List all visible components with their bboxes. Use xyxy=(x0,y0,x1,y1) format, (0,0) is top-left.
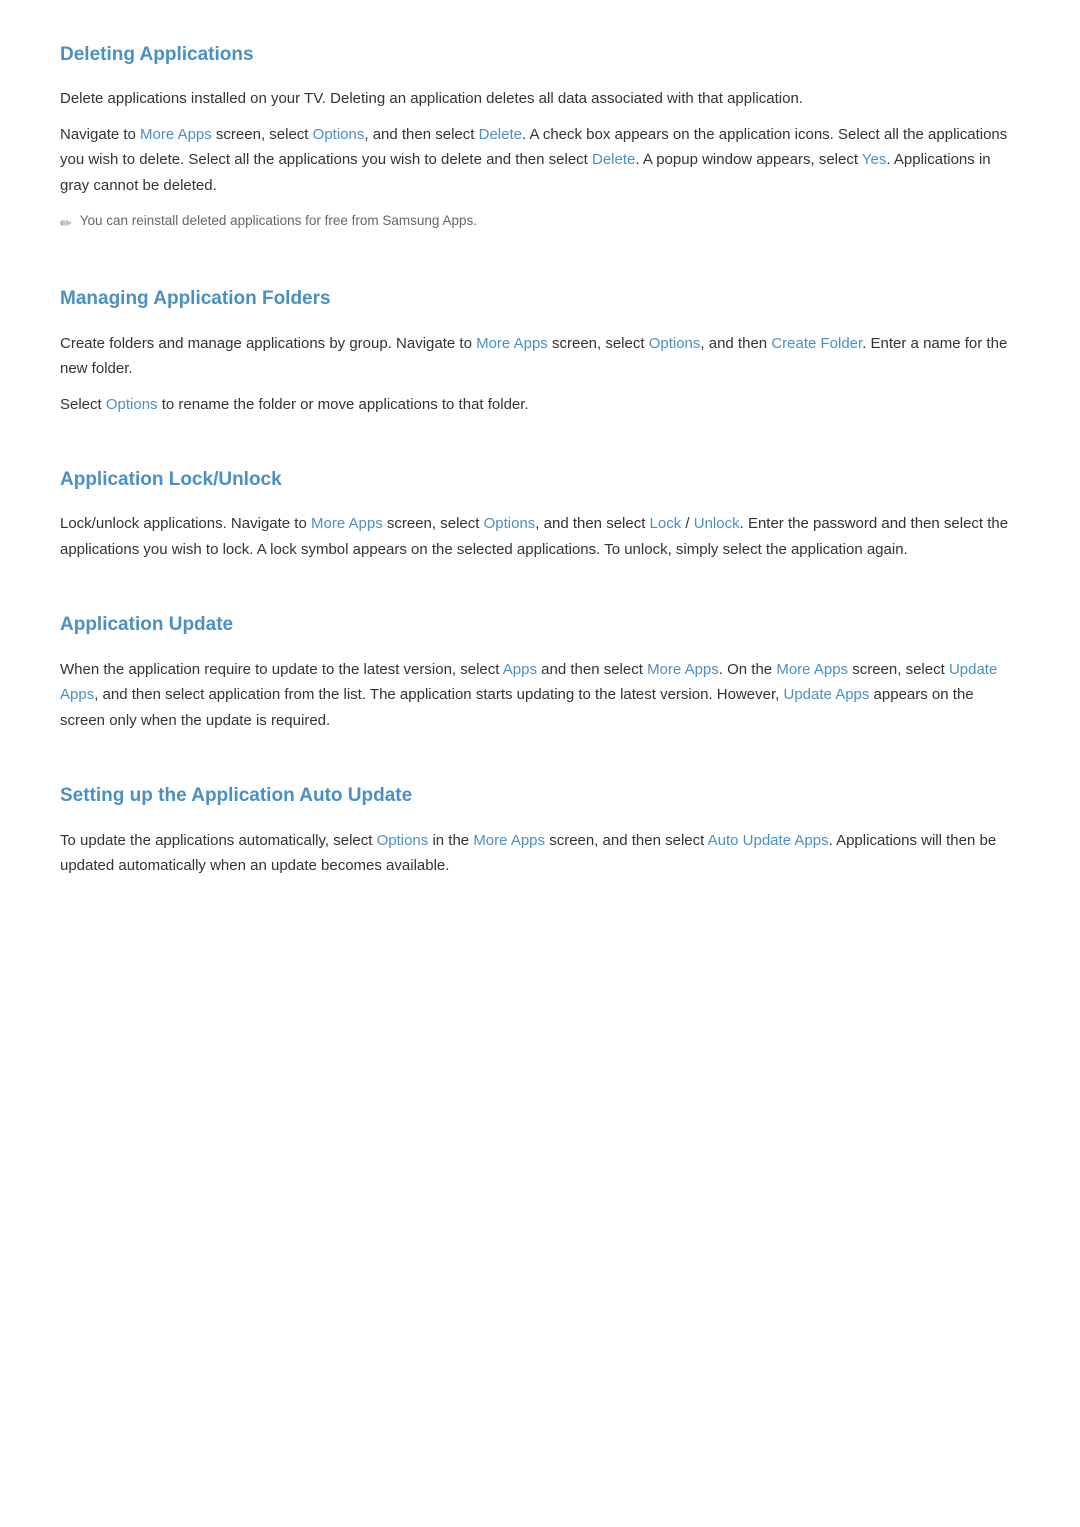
link-more-apps-5[interactable]: More Apps xyxy=(776,661,848,678)
section-app-update: Application Update When the application … xyxy=(60,610,1020,733)
pencil-icon-1: ✏ xyxy=(60,212,72,236)
section-title-update: Application Update xyxy=(60,610,1020,640)
link-yes-1[interactable]: Yes xyxy=(862,151,886,168)
link-options-3[interactable]: Options xyxy=(106,396,158,413)
link-more-apps-4[interactable]: More Apps xyxy=(647,661,719,678)
section-body-deleting: Delete applications installed on your TV… xyxy=(60,86,1020,236)
section-deleting-applications: Deleting Applications Delete application… xyxy=(60,40,1020,236)
section-body-auto-update: To update the applications automatically… xyxy=(60,828,1020,879)
deleting-para-2: Navigate to More Apps screen, select Opt… xyxy=(60,122,1020,199)
link-lock[interactable]: Lock xyxy=(650,515,682,532)
update-para-1: When the application require to update t… xyxy=(60,657,1020,734)
deleting-note: ✏ You can reinstall deleted applications… xyxy=(60,210,1020,236)
section-lock-unlock: Application Lock/Unlock Lock/unlock appl… xyxy=(60,465,1020,562)
link-more-apps-2[interactable]: More Apps xyxy=(476,335,548,352)
link-options-4[interactable]: Options xyxy=(484,515,536,532)
link-more-apps-3[interactable]: More Apps xyxy=(311,515,383,532)
deleting-para-1: Delete applications installed on your TV… xyxy=(60,86,1020,112)
section-title-deleting: Deleting Applications xyxy=(60,40,1020,70)
link-options-5[interactable]: Options xyxy=(377,832,429,849)
link-update-apps-2[interactable]: Update Apps xyxy=(783,686,869,703)
link-options-1[interactable]: Options xyxy=(313,126,365,143)
link-create-folder[interactable]: Create Folder xyxy=(771,335,862,352)
section-title-auto-update: Setting up the Application Auto Update xyxy=(60,781,1020,811)
section-body-folders: Create folders and manage applications b… xyxy=(60,331,1020,418)
auto-update-para-1: To update the applications automatically… xyxy=(60,828,1020,879)
section-auto-update: Setting up the Application Auto Update T… xyxy=(60,781,1020,878)
link-unlock[interactable]: Unlock xyxy=(694,515,740,532)
section-title-folders: Managing Application Folders xyxy=(60,284,1020,314)
link-auto-update-apps[interactable]: Auto Update Apps xyxy=(708,832,829,849)
link-apps-1[interactable]: Apps xyxy=(503,661,537,678)
link-options-2[interactable]: Options xyxy=(649,335,701,352)
link-more-apps-6[interactable]: More Apps xyxy=(473,832,545,849)
deleting-note-text: You can reinstall deleted applications f… xyxy=(80,210,477,233)
link-more-apps-1[interactable]: More Apps xyxy=(140,126,212,143)
folders-para-1: Create folders and manage applications b… xyxy=(60,331,1020,382)
section-title-lock: Application Lock/Unlock xyxy=(60,465,1020,495)
section-body-lock: Lock/unlock applications. Navigate to Mo… xyxy=(60,511,1020,562)
link-delete-1[interactable]: Delete xyxy=(479,126,522,143)
link-delete-2[interactable]: Delete xyxy=(592,151,635,168)
section-managing-folders: Managing Application Folders Create fold… xyxy=(60,284,1020,417)
folders-para-2: Select Options to rename the folder or m… xyxy=(60,392,1020,418)
lock-para-1: Lock/unlock applications. Navigate to Mo… xyxy=(60,511,1020,562)
section-body-update: When the application require to update t… xyxy=(60,657,1020,734)
